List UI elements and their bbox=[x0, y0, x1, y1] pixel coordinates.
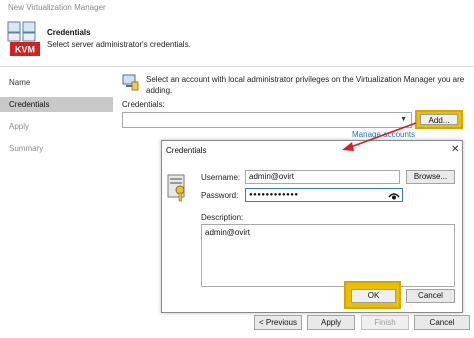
previous-button[interactable]: < Previous bbox=[254, 315, 302, 330]
finish-button: Finish bbox=[361, 315, 409, 330]
computer-icon bbox=[122, 74, 139, 91]
step-apply: Apply bbox=[9, 122, 30, 131]
key-card-icon bbox=[167, 174, 185, 202]
info-text: Select an account with local administrat… bbox=[146, 74, 466, 96]
dialog-cancel-button[interactable]: Cancel bbox=[406, 289, 455, 303]
kvm-badge: KVM bbox=[15, 45, 35, 55]
page-subtitle: Select server administrator's credential… bbox=[47, 40, 191, 49]
description-field[interactable]: admin@ovirt bbox=[201, 224, 455, 287]
description-label: Description: bbox=[201, 213, 244, 222]
credentials-label: Credentials: bbox=[122, 100, 165, 109]
annotation-arrow-icon bbox=[342, 122, 417, 151]
page-title: Credentials bbox=[47, 28, 91, 37]
show-password-eye-icon[interactable] bbox=[388, 190, 400, 202]
window-title: New Virtualization Manager bbox=[8, 3, 106, 12]
kvm-server-icon: KVM bbox=[7, 21, 40, 56]
password-field[interactable]: ●●●●●●●●●●●● bbox=[245, 188, 403, 202]
info-text-line-2: adding. bbox=[146, 86, 173, 95]
info-text-line-1: Select an account with local administrat… bbox=[146, 75, 465, 84]
username-field[interactable]: admin@ovirt bbox=[245, 170, 400, 184]
browse-button[interactable]: Browse... bbox=[406, 170, 455, 184]
username-label: Username: bbox=[201, 173, 241, 182]
dialog-title: Credentials bbox=[166, 146, 207, 155]
add-button[interactable]: Add... bbox=[420, 114, 458, 125]
add-highlight: Add... bbox=[415, 110, 463, 129]
ok-button[interactable]: OK bbox=[351, 289, 396, 303]
step-credentials[interactable]: Credentials bbox=[0, 97, 113, 112]
close-icon[interactable]: ✕ bbox=[451, 144, 459, 155]
password-label: Password: bbox=[201, 191, 239, 200]
apply-button[interactable]: Apply bbox=[307, 315, 355, 330]
step-summary: Summary bbox=[9, 144, 44, 153]
cancel-button[interactable]: Cancel bbox=[414, 315, 470, 330]
title-bar: New Virtualization Manager bbox=[0, 0, 474, 16]
wizard-steps: Name Credentials Apply Summary bbox=[0, 67, 116, 338]
step-name[interactable]: Name bbox=[0, 75, 113, 90]
